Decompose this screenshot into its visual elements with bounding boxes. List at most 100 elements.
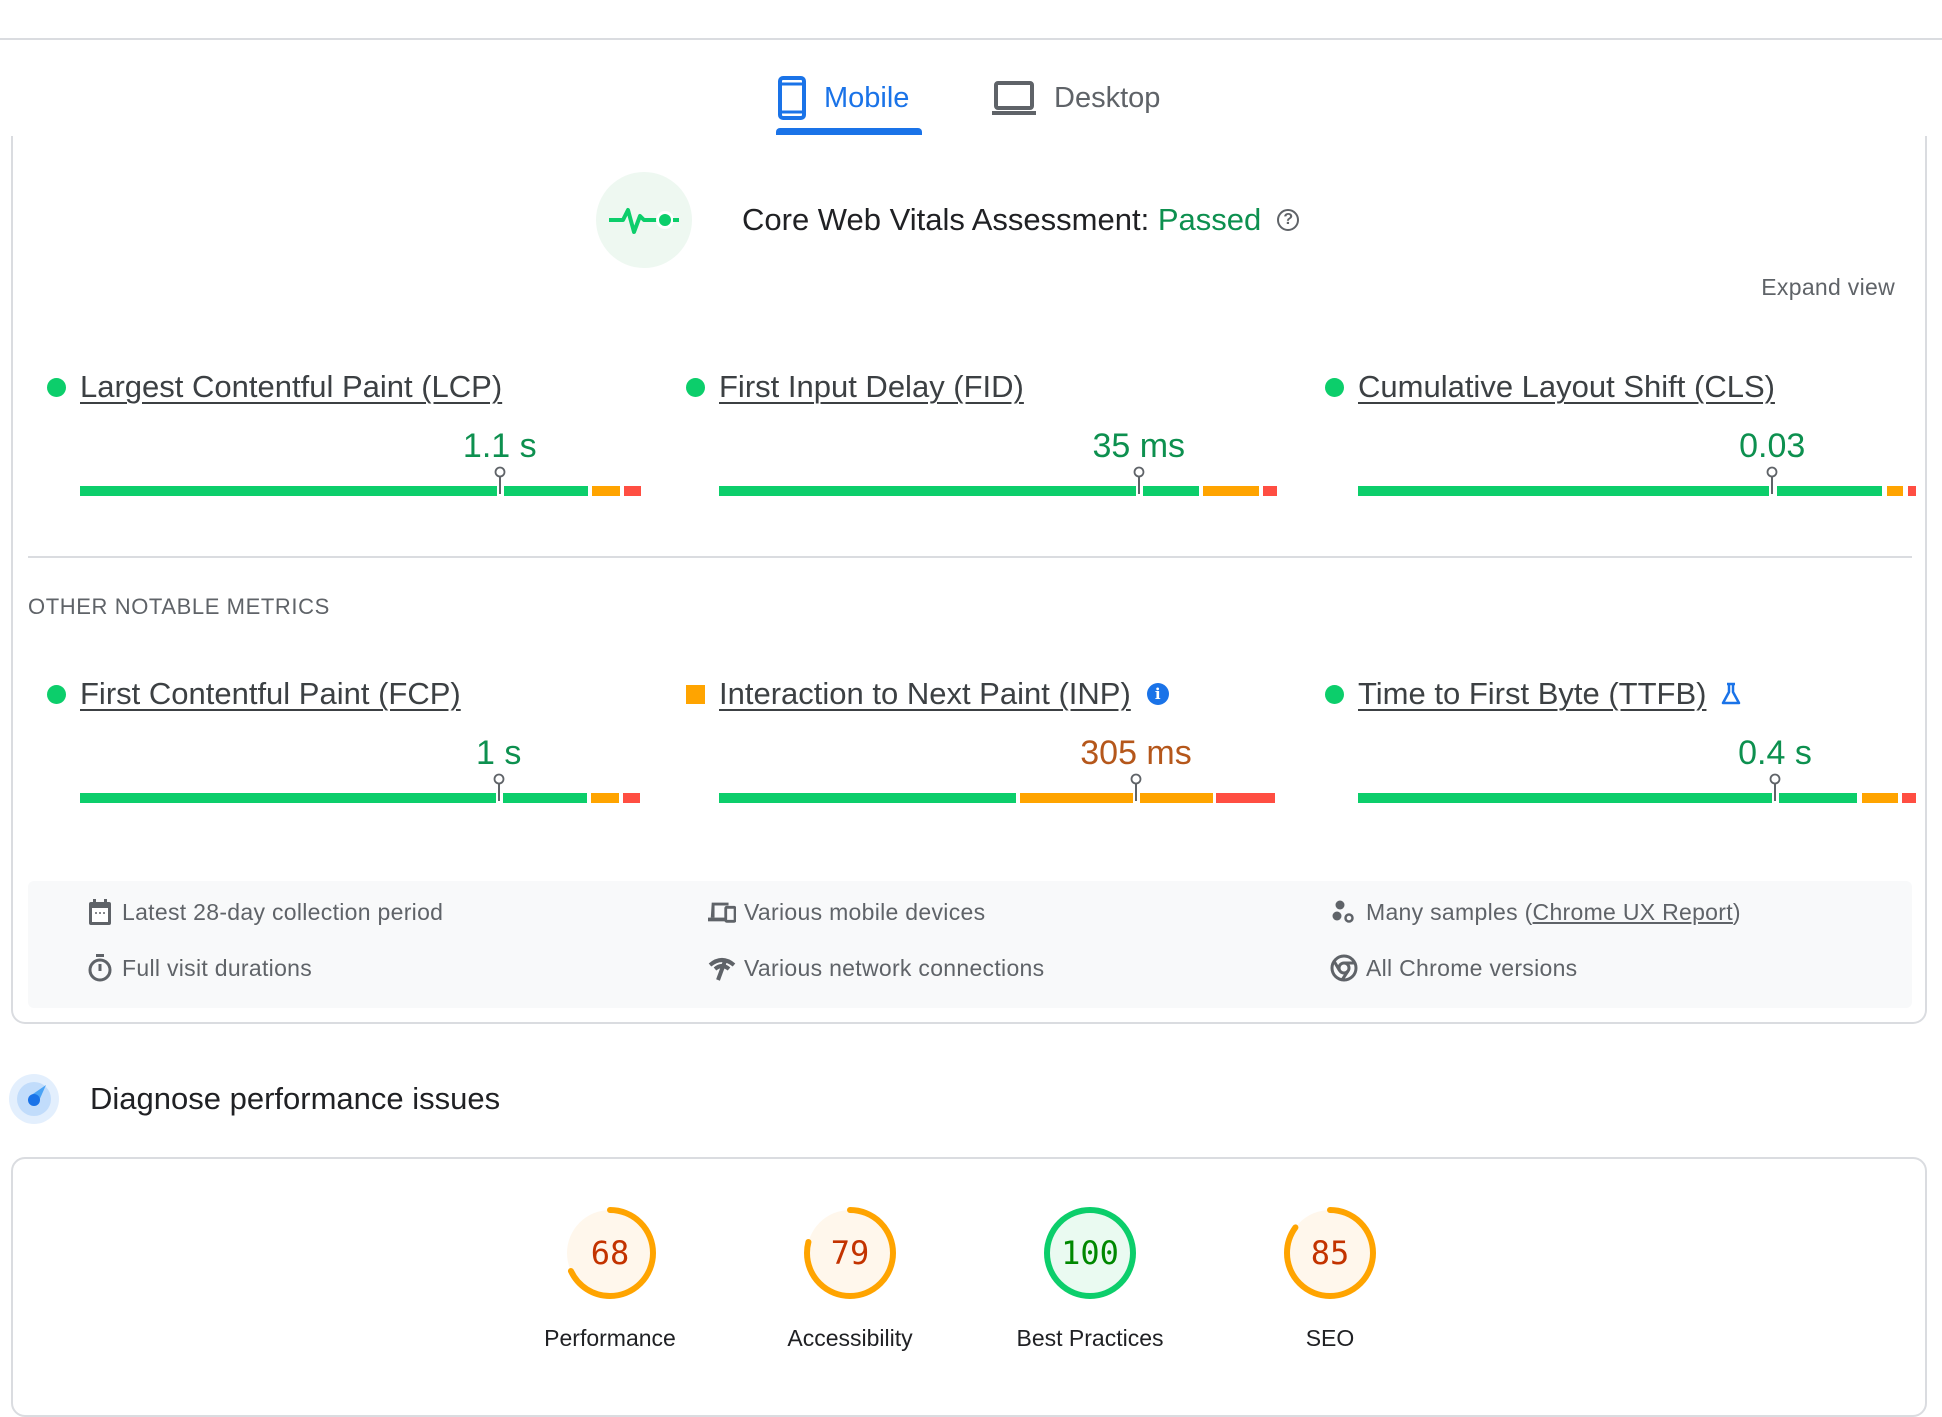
average-segment [1140,793,1213,803]
poor-segment [1216,793,1275,803]
metric-title-row: Time to First Byte (TTFB) [1325,676,1881,712]
footer-item-visit-durations: Full visit durations [86,954,312,982]
good-status-icon [686,377,705,397]
good-segment [1776,486,1883,496]
device-tabs: Mobile Desktop [0,58,1942,138]
metric-fcp: First Contentful Paint (FCP) 1 s [47,676,640,803]
average-segment [1861,793,1898,803]
good-segment [1143,486,1199,496]
tab-desktop[interactable]: Desktop [992,58,1160,138]
metric-name-link[interactable]: Interaction to Next Paint (INP) [719,676,1131,712]
footer-text-suffix: ) [1732,898,1741,925]
metric-value: 1.1 s [462,427,537,465]
poor-segment [1907,486,1917,496]
footer-text: Various network connections [744,954,1045,981]
top-divider [0,38,1942,40]
metric-name-link[interactable]: First Input Delay (FID) [719,369,1024,405]
footer-item-network: Various network connections [708,954,1044,982]
distribution-bar [80,773,640,803]
p75-marker-pin [1133,466,1145,496]
score-value: 68 [591,1234,630,1272]
smartphone-icon [778,76,806,120]
p75-marker-pin [1130,773,1142,803]
score-ring: 100 [1044,1207,1136,1299]
chrome-ux-report-link[interactable]: Chrome UX Report [1533,899,1733,926]
poor-segment [1263,486,1278,496]
good-segment [719,793,1017,803]
footer-text: Many samples ( [1366,898,1533,925]
score-label: Accessibility [787,1325,913,1351]
good-segment [503,793,587,803]
good-segment [504,486,588,496]
score-gauge-seo[interactable]: 85 SEO [1230,1203,1430,1352]
poor-segment [624,486,641,496]
good-segment [1779,793,1858,803]
good-segment [80,793,496,803]
score-value: 79 [831,1234,870,1272]
metric-name-link[interactable]: Cumulative Layout Shift (CLS) [1358,369,1775,405]
poor-segment [623,793,640,803]
metric-name-link[interactable]: Largest Contentful Paint (LCP) [80,369,502,405]
metric-value: 1 s [475,734,522,772]
chrome-icon [1330,954,1358,982]
score-gauge-accessibility[interactable]: 79 Accessibility [750,1203,950,1352]
cwv-title-text: Core Web Vitals Assessment: [742,202,1158,237]
good-segment [1358,793,1773,803]
average-segment [1203,486,1259,496]
metric-name-link[interactable]: Time to First Byte (TTFB) [1358,676,1706,712]
metric-lcp: Largest Contentful Paint (LCP) 1.1 s [47,369,641,496]
network-icon [708,958,736,981]
score-gauge-best-practices[interactable]: 100 Best Practices [990,1203,1190,1352]
tab-mobile[interactable]: Mobile [778,58,909,138]
footer-text: Latest 28-day collection period [122,898,444,925]
distribution-bar [719,466,1278,496]
metric-title-row: First Contentful Paint (FCP) [47,676,603,712]
p75-marker-pin [1766,466,1778,496]
diagnose-header: Diagnose performance issues [8,1073,500,1125]
score-label: SEO [1305,1325,1355,1351]
lab-scores-card [11,1157,1927,1417]
info-icon[interactable]: i [1146,683,1169,705]
stopwatch-icon [88,954,112,982]
average-status-icon [686,684,705,704]
metric-name-link[interactable]: First Contentful Paint (FCP) [80,676,461,712]
expand-view-button[interactable]: Expand view [1761,274,1895,301]
metrics-divider [28,556,1912,558]
distribution-bar [719,773,1275,803]
help-icon[interactable]: ? [1277,209,1300,231]
footer-item-chrome-versions: All Chrome versions [1330,954,1578,982]
good-segment [80,486,497,496]
metric-cls: Cumulative Layout Shift (CLS) 0.03 [1325,369,1917,496]
score-value: 100 [1061,1234,1119,1272]
cwv-title: Core Web Vitals Assessment: Passed [742,202,1261,238]
devices-icon [708,902,736,923]
other-metrics-heading: OTHER NOTABLE METRICS [28,594,330,619]
metric-inp: Interaction to Next Paint (INP) i 305 ms [686,676,1275,803]
average-segment [1886,486,1904,496]
samples-icon [1332,900,1354,923]
good-status-icon [1325,684,1344,704]
average-segment [590,793,619,803]
good-segment [1358,486,1770,496]
score-label: Best Practices [1016,1325,1164,1351]
score-gauge-performance[interactable]: 68 Performance [510,1203,710,1352]
footer-text: All Chrome versions [1366,954,1578,981]
calendar-icon [89,899,111,925]
good-status-icon [1325,377,1344,397]
distribution-bar [1358,466,1917,496]
footer-item-samples: Many samples (Chrome UX Report) [1330,898,1741,926]
average-segment [1019,793,1134,803]
cwv-assessment-header: Core Web Vitals Assessment: Passed ? [596,172,1300,268]
metric-value: 35 ms [1092,427,1186,465]
p75-marker-pin [494,466,506,496]
cwv-status: Passed [1157,202,1262,237]
tab-mobile-label: Mobile [824,81,910,114]
score-label: Performance [544,1325,676,1351]
laptop-icon [992,81,1036,115]
poor-segment [1902,793,1917,803]
experimental-flask-icon[interactable] [1720,682,1742,706]
average-segment [592,486,620,496]
p75-marker-pin [1769,773,1781,803]
metric-value: 0.4 s [1738,734,1812,772]
good-status-icon [47,377,66,397]
